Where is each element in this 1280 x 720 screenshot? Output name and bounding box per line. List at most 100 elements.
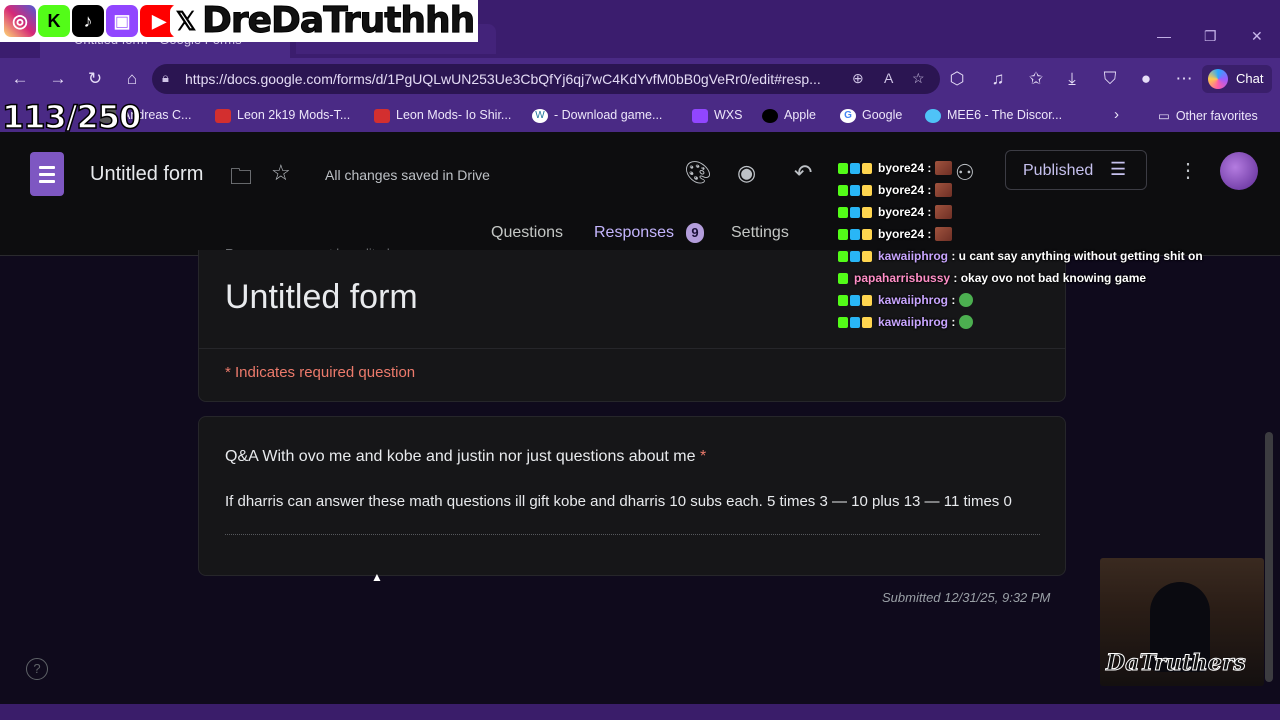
published-button[interactable]: Published ☰ bbox=[1005, 150, 1147, 190]
copilot-chat-button[interactable]: Chat bbox=[1202, 65, 1272, 93]
chat-message: byore24 : bbox=[838, 182, 952, 202]
bookmark-label: - Download game... bbox=[554, 108, 663, 122]
chat-badges bbox=[838, 293, 874, 307]
folder-icon[interactable]: 🗀︎ bbox=[230, 160, 252, 198]
bookmark-item[interactable]: Apple bbox=[762, 108, 816, 123]
forward-icon[interactable]: → bbox=[48, 69, 68, 89]
chat-username: kawaiiphrog bbox=[878, 292, 949, 307]
chat-message: papaharrisbussy : okay ovo not bad knowi… bbox=[838, 270, 1146, 290]
avatar[interactable] bbox=[1220, 152, 1258, 190]
scrollbar[interactable] bbox=[1265, 432, 1273, 682]
lock-icon: 🔒︎ bbox=[162, 70, 169, 85]
chat-emote-icon bbox=[934, 182, 952, 197]
chat-badge-icon bbox=[862, 163, 872, 175]
chat-badge-icon bbox=[838, 295, 848, 307]
taskbar-strip bbox=[0, 704, 1280, 720]
social-overlay: ◎ K ♪ ▣ ▶ 𝕏 DreDaTruthhh bbox=[0, 0, 478, 42]
chat-message: byore24 : bbox=[838, 160, 952, 180]
chat-badges bbox=[838, 271, 850, 285]
folder-icon bbox=[215, 108, 231, 123]
tune-icon: ☰ bbox=[1110, 159, 1127, 179]
star-icon[interactable]: ☆ bbox=[271, 160, 291, 186]
bookmark-item[interactable]: W - Download game... bbox=[532, 108, 662, 123]
chat-text: : bbox=[948, 292, 959, 307]
bookmark-item[interactable]: G Google bbox=[840, 108, 902, 123]
chat-text: : u cant say anything without getting sh… bbox=[948, 248, 1203, 263]
chat-text: : okay ovo not bad knowing game bbox=[950, 270, 1147, 285]
form-name[interactable]: Untitled form bbox=[90, 163, 203, 186]
chat-emote-icon bbox=[934, 226, 952, 241]
tab-responses[interactable]: Responses bbox=[594, 224, 674, 242]
folder-icon bbox=[374, 108, 390, 123]
mee6-icon bbox=[925, 108, 941, 123]
restore-icon[interactable]: ❐ bbox=[1204, 28, 1217, 45]
profile-icon[interactable]: ● bbox=[1136, 69, 1156, 89]
other-favorites[interactable]: ▭ Other favorites bbox=[1158, 108, 1258, 123]
bookmark-item[interactable]: Leon 2k19 Mods-T... bbox=[215, 108, 350, 123]
header-divider bbox=[198, 348, 1066, 349]
bookmark-item[interactable]: Leon Mods- Io Shir... bbox=[374, 108, 511, 123]
read-aloud-icon[interactable]: A bbox=[884, 70, 893, 86]
zoom-icon[interactable]: ⊕ bbox=[852, 70, 864, 87]
bookmark-label: Leon Mods- Io Shir... bbox=[396, 108, 512, 122]
close-icon[interactable]: ✕ bbox=[1251, 28, 1263, 45]
bookmarks-overflow-icon[interactable]: › bbox=[1114, 106, 1119, 123]
x-icon: 𝕏 bbox=[170, 5, 202, 37]
address-bar[interactable]: 🔒︎ https://docs.google.com/forms/d/1PgUQ… bbox=[152, 64, 940, 94]
chat-username: byore24 bbox=[878, 204, 925, 219]
favorites-icon[interactable]: ✩ bbox=[1026, 69, 1046, 89]
chat-emote-icon bbox=[958, 314, 973, 329]
shield-icon[interactable]: ⛉ bbox=[1100, 69, 1120, 89]
google-icon: G bbox=[840, 108, 856, 123]
refresh-icon[interactable]: ↻ bbox=[85, 69, 105, 89]
required-note: * Indicates required question bbox=[225, 364, 416, 381]
chat-badge-icon bbox=[838, 317, 848, 329]
chat-message: byore24 : bbox=[838, 204, 952, 224]
chat-badges bbox=[838, 315, 874, 329]
chat-badge-icon bbox=[850, 317, 860, 329]
bookmark-item[interactable]: WXS bbox=[692, 108, 742, 123]
chat-text: : bbox=[948, 314, 959, 329]
tab-questions[interactable]: Questions bbox=[491, 224, 563, 242]
chat-username: byore24 bbox=[878, 182, 925, 197]
chat-badges bbox=[838, 227, 874, 241]
bookmark-label: Google bbox=[862, 108, 903, 122]
palette-icon[interactable]: 🎨︎ bbox=[684, 160, 712, 186]
add-collaborator-icon[interactable]: ⚇ bbox=[955, 160, 975, 186]
more-icon[interactable]: ⋯ bbox=[1174, 69, 1194, 89]
url-text: https://docs.google.com/forms/d/1PgUQLwU… bbox=[185, 71, 821, 87]
favorite-star-icon[interactable]: ☆ bbox=[912, 70, 925, 87]
wordpress-icon: W bbox=[532, 108, 548, 123]
minimize-icon[interactable]: — bbox=[1157, 28, 1171, 44]
chat-emote-icon bbox=[958, 292, 973, 307]
preview-eye-icon[interactable]: ◉ bbox=[737, 160, 756, 186]
chat-username: byore24 bbox=[878, 226, 925, 241]
chat-badges bbox=[838, 249, 874, 263]
streamer-handle: DreDaTruthhh bbox=[201, 0, 475, 42]
chat-badge-icon bbox=[850, 207, 860, 219]
undo-icon[interactable]: ↶ bbox=[794, 160, 812, 186]
form-title: Untitled form bbox=[225, 278, 418, 316]
tab-settings[interactable]: Settings bbox=[731, 224, 789, 242]
tiktok-icon: ♪ bbox=[72, 5, 104, 37]
answer-text: If dharris can answer these math questio… bbox=[225, 493, 1012, 510]
chat-message: byore24 : bbox=[838, 226, 952, 246]
extensions-icon[interactable]: ⬡ bbox=[947, 69, 967, 89]
forms-logo-icon[interactable] bbox=[30, 152, 64, 196]
bookmark-item[interactable]: MEE6 - The Discor... bbox=[925, 108, 1062, 123]
music-icon[interactable]: ♫ bbox=[988, 69, 1008, 89]
help-icon[interactable]: ? bbox=[26, 658, 48, 680]
folder-icon: ▭ bbox=[1158, 109, 1170, 123]
back-icon[interactable]: ← bbox=[10, 69, 30, 89]
bookmark-label: MEE6 - The Discor... bbox=[947, 108, 1063, 122]
home-icon[interactable]: ⌂ bbox=[122, 69, 142, 89]
submitted-timestamp: Submitted 12/31/25, 9:32 PM bbox=[882, 590, 1051, 605]
chat-badge-icon bbox=[862, 251, 872, 263]
chat-text: : bbox=[924, 160, 935, 175]
chat-badge-icon bbox=[850, 185, 860, 197]
chat-badge-icon bbox=[862, 185, 872, 197]
bookmark-label: WXS bbox=[714, 108, 743, 122]
download-icon[interactable]: ⤓ bbox=[1062, 69, 1082, 89]
more-options-icon[interactable]: ⋮ bbox=[1178, 158, 1198, 183]
bookmark-label: Leon 2k19 Mods-T... bbox=[237, 108, 351, 122]
